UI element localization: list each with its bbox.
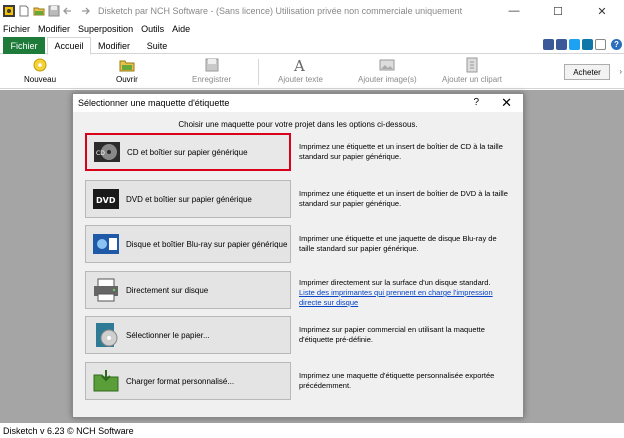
option-bluray-desc: Imprimer une étiquette et une jaquette d… (299, 234, 497, 253)
svg-text:A: A (293, 57, 305, 73)
redo-icon[interactable] (78, 5, 90, 17)
facebook-icon[interactable] (556, 39, 567, 50)
window-controls: — ☐ ✕ (492, 0, 624, 22)
option-direct-disc-desc: Imprimer directement sur la surface d'un… (299, 278, 513, 308)
option-bluray[interactable]: Disque et boîtier Blu-ray sur papier gén… (85, 225, 291, 263)
image-icon (379, 59, 395, 71)
menu-fichier[interactable]: Fichier (3, 24, 30, 34)
title-bar: Disketch par NCH Software - (Sans licenc… (0, 0, 624, 22)
option-load-custom-label: Charger format personnalisé... (126, 376, 235, 386)
cd-case-icon: CD (94, 142, 120, 162)
linkedin-icon[interactable] (582, 39, 593, 50)
option-direct-disc-label: Directement sur disque (126, 285, 209, 295)
new-button[interactable]: Nouveau (24, 57, 56, 84)
option-dvd-desc: Imprimez une étiquette et un insert de b… (299, 189, 508, 208)
buy-button[interactable]: Acheter (564, 64, 610, 80)
dvd-case-icon: DVD (93, 189, 119, 209)
tab-suite[interactable]: Suite (139, 37, 175, 54)
printer-list-link[interactable]: Liste des imprimantes qui prennent en ch… (299, 288, 513, 308)
open-folder-icon[interactable] (33, 5, 45, 17)
option-bluray-label: Disque et boîtier Blu-ray sur papier gén… (126, 239, 288, 249)
dialog-help-button[interactable]: ? (473, 97, 479, 108)
open-button-label: Ouvrir (116, 75, 138, 84)
add-text-label: Ajouter texte (278, 75, 323, 84)
option-select-paper-label: Sélectionner le papier... (126, 330, 210, 340)
menu-bar: Fichier Modifier Superposition Outils Ai… (0, 22, 624, 36)
option-dvd-label: DVD et boîtier sur papier générique (126, 194, 252, 204)
new-button-label: Nouveau (24, 75, 57, 84)
option-load-custom[interactable]: Charger format personnalisé... (85, 362, 291, 400)
help-icon[interactable]: ? (611, 39, 622, 50)
tab-modifier[interactable]: Modifier (93, 37, 135, 54)
add-clipart-label: Ajouter un clipart (442, 75, 503, 84)
text-icon: A (293, 57, 305, 73)
option-select-paper[interactable]: Sélectionner le papier... (85, 316, 291, 354)
option-load-custom-desc: Imprimez une maquette d'étiquette person… (299, 371, 495, 390)
template-dialog: Sélectionner une maquette d'étiquette ? … (72, 93, 524, 418)
menu-modifier[interactable]: Modifier (38, 24, 70, 34)
save-icon[interactable] (48, 5, 60, 17)
close-button[interactable]: ✕ (580, 0, 624, 22)
paper-disc-icon (96, 323, 118, 347)
tab-accueil[interactable]: Accueil (47, 37, 91, 55)
new-file-icon[interactable] (18, 5, 30, 17)
option-select-paper-desc: Imprimez sur papier commercial en utilis… (299, 325, 485, 344)
save-button[interactable]: Enregistrer (192, 57, 231, 84)
quick-access-toolbar (3, 5, 90, 17)
menu-superposition[interactable]: Superposition (78, 24, 133, 34)
option-cd-desc: Imprimez une étiquette et un insert de b… (299, 142, 503, 161)
dialog-title-bar: Sélectionner une maquette d'étiquette ? … (73, 94, 523, 112)
window-title: Disketch par NCH Software - (Sans licenc… (98, 6, 463, 16)
add-text-button[interactable]: A Ajouter texte (278, 57, 323, 84)
svg-text:DVD: DVD (96, 196, 116, 205)
toolbar-scroll-icon[interactable]: › (619, 67, 622, 76)
tab-fichier[interactable]: Fichier (3, 37, 45, 54)
save-disk-icon (205, 58, 219, 72)
option-dvd[interactable]: DVD DVD et boîtier sur papier générique (85, 180, 291, 218)
maximize-button[interactable]: ☐ (536, 0, 580, 22)
menu-outils[interactable]: Outils (141, 24, 164, 34)
menu-aide[interactable]: Aide (172, 24, 190, 34)
dialog-title: Sélectionner une maquette d'étiquette (78, 98, 230, 108)
option-cd[interactable]: CD CD et boîtier sur papier générique (85, 133, 291, 171)
social-links (543, 39, 606, 50)
option-direct-disc-text: Imprimer directement sur la surface d'un… (299, 278, 491, 287)
open-folder-icon (119, 60, 135, 72)
new-project-icon (33, 58, 47, 72)
add-clipart-button[interactable]: Ajouter un clipart (442, 57, 502, 84)
folder-arrow-icon (93, 370, 119, 392)
minimize-button[interactable]: — (492, 0, 536, 22)
toolbar-separator (258, 59, 259, 85)
status-text: Disketch v 6.23 © NCH Software (3, 425, 134, 436)
bluray-case-icon (93, 234, 119, 254)
twitter-icon[interactable] (569, 39, 580, 50)
open-button[interactable]: Ouvrir (116, 57, 138, 84)
add-image-label: Ajouter image(s) (358, 75, 417, 84)
toolbar: Nouveau Ouvrir Enregistrer A Ajouter tex… (0, 55, 624, 89)
dialog-subtitle: Choisir une maquette pour votre projet d… (178, 120, 418, 129)
clipart-icon (466, 57, 478, 73)
like-icon[interactable] (543, 39, 554, 50)
undo-icon[interactable] (63, 5, 75, 17)
dropdown-icon[interactable] (595, 39, 606, 50)
option-direct-disc[interactable]: Directement sur disque (85, 271, 291, 309)
printer-icon (94, 278, 118, 302)
app-logo-icon (3, 5, 15, 17)
option-cd-label: CD et boîtier sur papier générique (127, 147, 248, 157)
status-bar: Disketch v 6.23 © NCH Software (0, 423, 624, 438)
ribbon-tabs: Fichier Accueil Modifier Suite ? (0, 37, 624, 55)
app-window: Disketch par NCH Software - (Sans licenc… (0, 0, 624, 438)
save-button-label: Enregistrer (192, 75, 232, 84)
svg-text:CD: CD (96, 150, 105, 157)
dialog-close-button[interactable]: ✕ (501, 95, 512, 111)
add-image-button[interactable]: Ajouter image(s) (358, 57, 417, 84)
